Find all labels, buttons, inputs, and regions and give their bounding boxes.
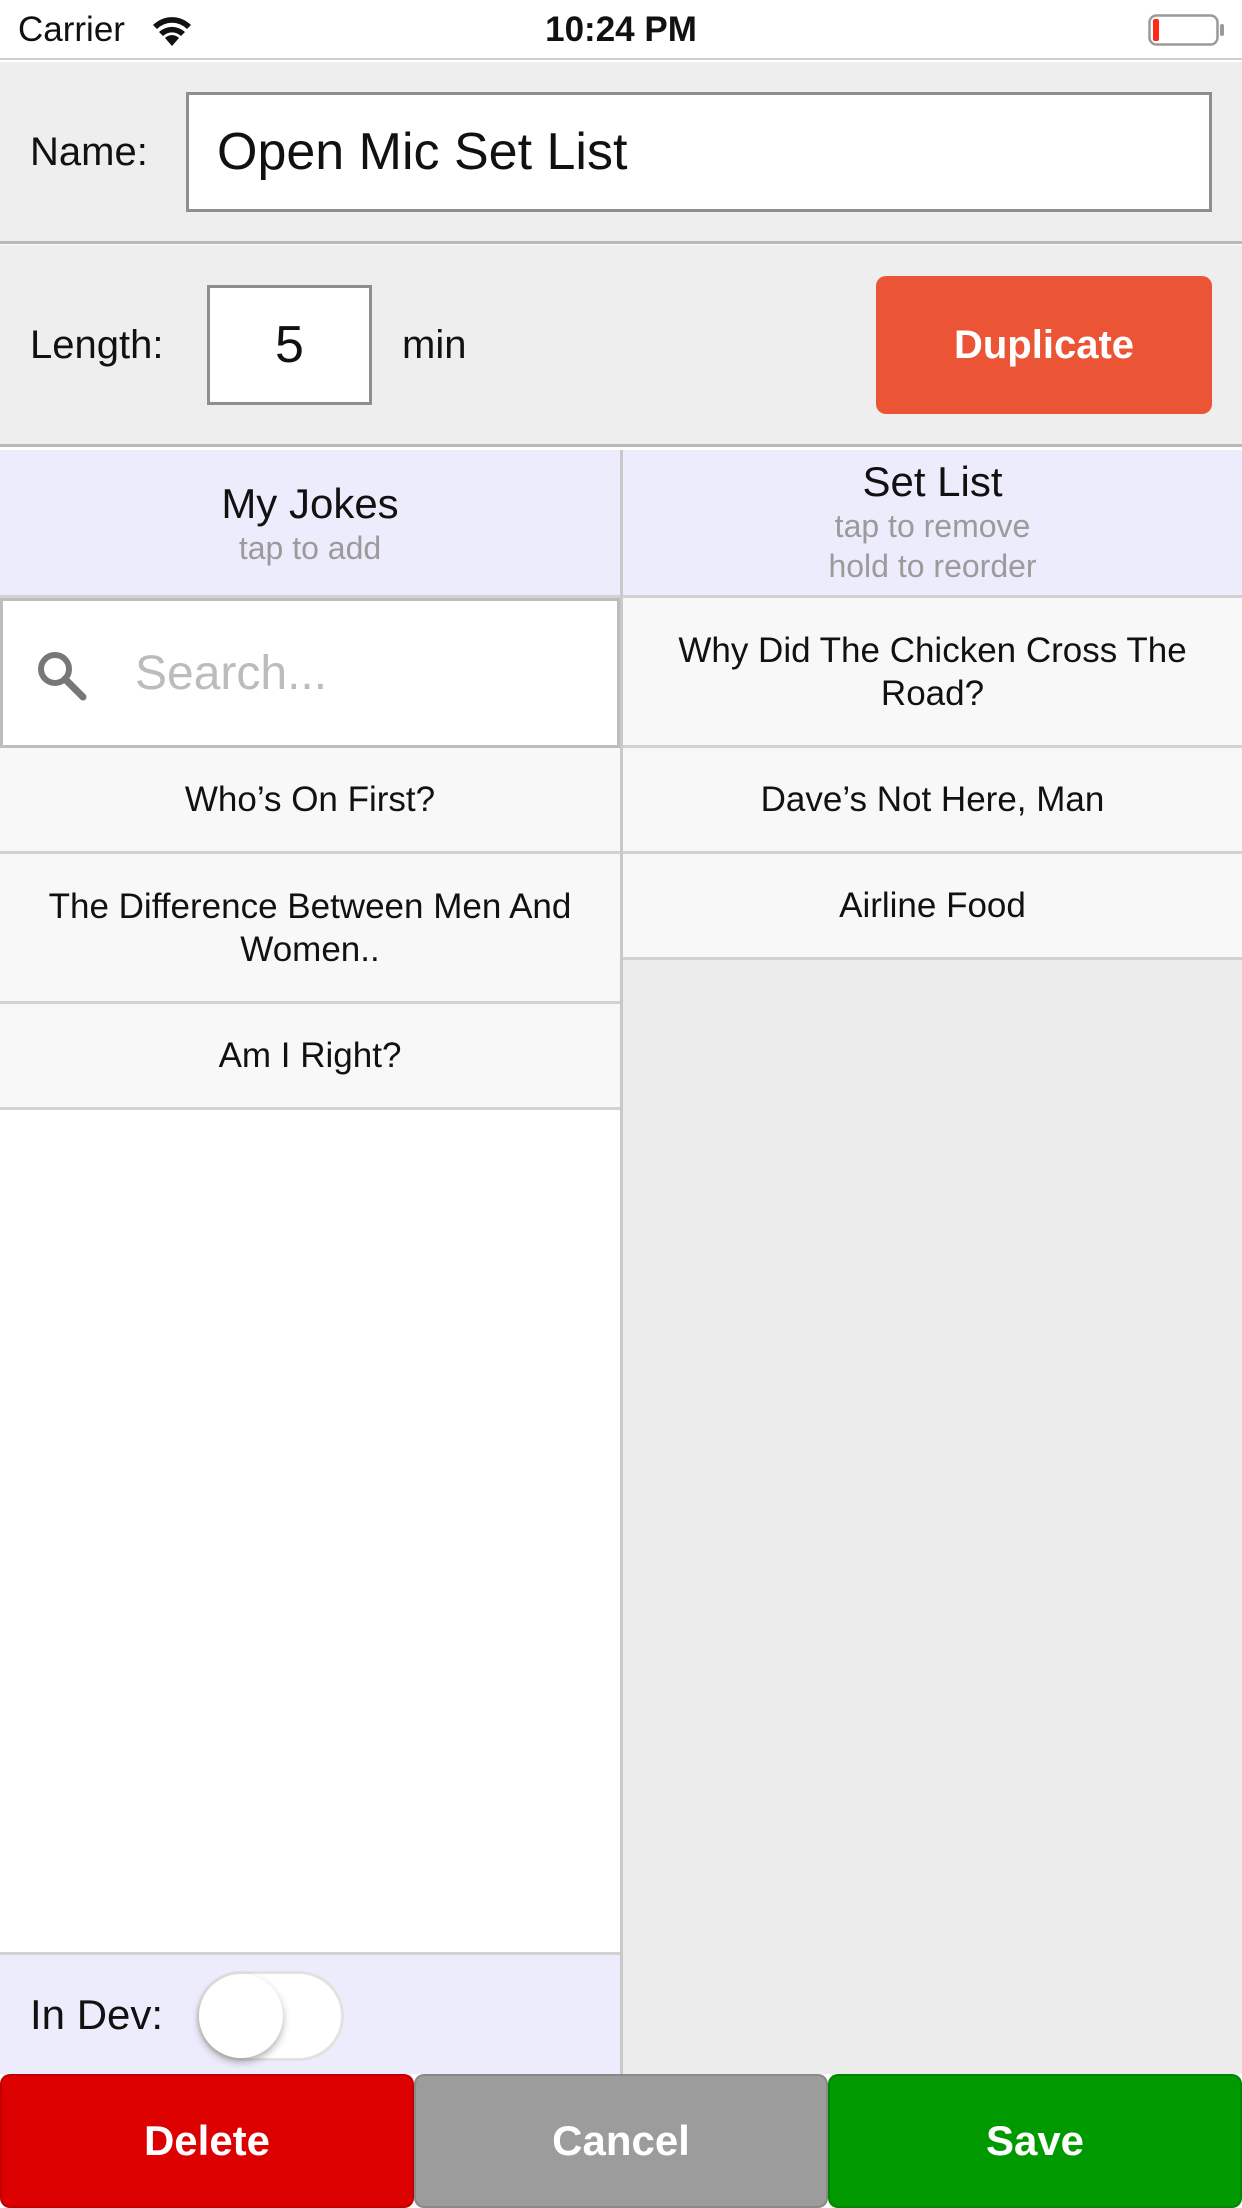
bottom-action-bar: Delete Cancel Save bbox=[0, 2074, 1242, 2208]
set-list-header: Set List tap to remove hold to reorder bbox=[623, 450, 1242, 598]
my-joke-item[interactable]: Who’s On First? bbox=[0, 748, 620, 854]
cancel-button[interactable]: Cancel bbox=[414, 2074, 828, 2208]
set-list-item[interactable]: Dave’s Not Here, Man bbox=[623, 748, 1242, 854]
my-joke-item[interactable]: Am I Right? bbox=[0, 1004, 620, 1110]
name-input[interactable] bbox=[186, 92, 1212, 212]
set-list-item[interactable]: Why Did The Chicken Cross The Road? bbox=[623, 598, 1242, 748]
in-dev-label: In Dev: bbox=[30, 1991, 164, 2038]
clock: 10:24 PM bbox=[545, 10, 697, 49]
length-unit-label: min bbox=[402, 323, 467, 367]
duplicate-button[interactable]: Duplicate bbox=[876, 276, 1212, 414]
set-list-hint-reorder: hold to reorder bbox=[828, 548, 1037, 584]
my-jokes-hint: tap to add bbox=[238, 530, 382, 566]
search-icon bbox=[38, 652, 87, 701]
my-joke-item[interactable]: The Difference Between Men And Women.. bbox=[0, 854, 620, 1004]
delete-button[interactable]: Delete bbox=[0, 2074, 414, 2208]
set-list-item[interactable]: Airline Food bbox=[623, 854, 1242, 960]
search-input[interactable] bbox=[135, 631, 575, 715]
my-jokes-header: My Jokes tap to add bbox=[0, 450, 620, 598]
set-list-hint-remove: tap to remove bbox=[834, 508, 1031, 544]
my-jokes-panel: My Jokes tap to add Who’s On First? The … bbox=[0, 450, 620, 2074]
length-row: Length: min Duplicate bbox=[0, 245, 1242, 447]
in-dev-toggle[interactable] bbox=[196, 1971, 344, 2061]
status-bar: Carrier 10:24 PM bbox=[0, 0, 1242, 60]
battery-low-icon bbox=[1148, 14, 1224, 46]
set-list-title: Set List bbox=[862, 458, 1003, 505]
search-bar[interactable] bbox=[0, 598, 620, 748]
my-jokes-title: My Jokes bbox=[221, 480, 399, 527]
save-button[interactable]: Save bbox=[828, 2074, 1242, 2208]
toggle-knob bbox=[199, 1974, 283, 2058]
in-dev-row: In Dev: bbox=[0, 1952, 620, 2074]
length-label: Length: bbox=[30, 323, 164, 367]
set-list-panel: Set List tap to remove hold to reorder W… bbox=[620, 450, 1242, 2074]
name-label: Name: bbox=[30, 130, 148, 174]
name-row: Name: bbox=[0, 62, 1242, 244]
length-input[interactable] bbox=[207, 285, 372, 405]
